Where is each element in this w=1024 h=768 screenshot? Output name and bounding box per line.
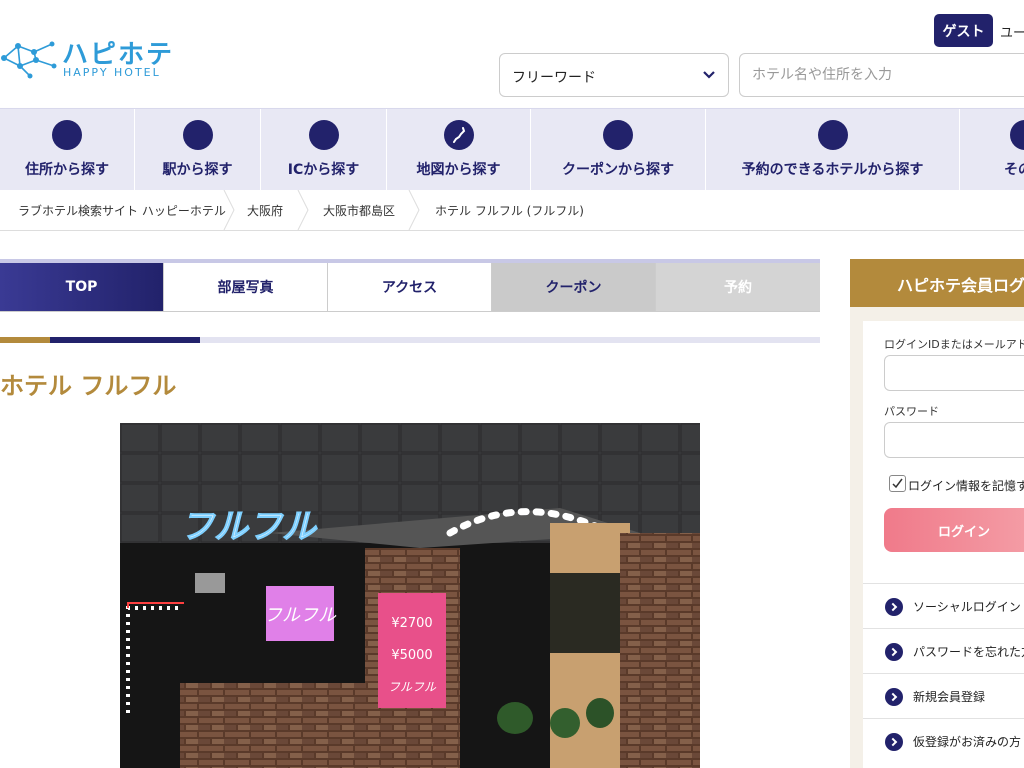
nav-item-coupon[interactable]: クーポンから探す xyxy=(531,109,706,191)
nav-item-station[interactable]: 駅から探す xyxy=(135,109,261,191)
site-logo[interactable]: ハピホテ HAPPY HOTEL xyxy=(0,32,180,88)
address-icon xyxy=(52,120,82,150)
chevron-right-icon xyxy=(885,733,903,751)
link-label: 新規会員登録 xyxy=(913,690,986,704)
nav-item-label: その他 xyxy=(1004,162,1024,178)
tab-top[interactable]: TOP xyxy=(0,263,164,312)
tab-reservation: 予約 xyxy=(656,263,820,312)
social-login-link[interactable]: ソーシャルログイン xyxy=(863,583,1024,628)
breadcrumb-separator-icon xyxy=(223,190,235,230)
nav-item-label: 住所から探す xyxy=(25,162,109,178)
password-label: パスワード xyxy=(884,405,939,418)
nav-item-ic[interactable]: ICから探す xyxy=(261,109,387,191)
pre-registered-link[interactable]: 仮登録がお済みの方 xyxy=(863,718,1024,763)
photo-price-1: ¥2700 xyxy=(391,616,432,631)
main-nav: 住所から探す 駅から探す ICから探す 地図から探す クーポンから探す 予約ので… xyxy=(0,108,1024,191)
chevron-right-icon xyxy=(885,688,903,706)
photo-neon-sign: フルフル xyxy=(180,507,318,547)
login-form: ログインIDまたはメールアドレ パスワード ログイン情報を記憶す ログイン ソー… xyxy=(863,321,1024,768)
coupon-icon xyxy=(603,120,633,150)
breadcrumb-home[interactable]: ラブホテル検索サイト ハッピーホテル xyxy=(18,202,226,219)
nav-item-map[interactable]: 地図から探す xyxy=(387,109,531,191)
hotel-title: ホテル フルフル xyxy=(0,372,177,400)
breadcrumb-prefecture[interactable]: 大阪府 xyxy=(247,202,283,219)
more-icon xyxy=(1010,120,1024,150)
nav-item-reservation[interactable]: 予約のできるホテルから探す xyxy=(706,109,960,191)
password-input[interactable] xyxy=(884,422,1024,458)
section-divider xyxy=(200,337,820,343)
login-id-input[interactable] xyxy=(884,355,1024,391)
train-icon xyxy=(182,120,213,150)
hotel-tabs: TOP 部屋写真 アクセス クーポン 予約 xyxy=(0,259,820,312)
login-button[interactable]: ログイン xyxy=(884,508,1024,552)
search-mode-select[interactable]: フリーワード xyxy=(499,53,729,97)
highway-icon xyxy=(308,120,339,150)
register-link[interactable]: 新規会員登録 xyxy=(863,673,1024,718)
breadcrumb-city[interactable]: 大阪市都島区 xyxy=(323,202,395,219)
nav-item-label: クーポンから探す xyxy=(562,162,674,178)
nav-item-label: 駅から探す xyxy=(162,162,233,178)
chevron-right-icon xyxy=(885,643,903,661)
logo-text-en: HAPPY HOTEL xyxy=(63,66,161,79)
tab-coupon[interactable]: クーポン xyxy=(492,263,656,312)
photo-price-2: ¥5000 xyxy=(391,648,432,663)
breadcrumb-separator-icon xyxy=(408,190,420,230)
breadcrumb-separator-icon xyxy=(297,190,309,230)
tab-room-photos[interactable]: 部屋写真 xyxy=(164,263,328,312)
login-id-label: ログインIDまたはメールアドレ xyxy=(884,338,1024,351)
remember-label[interactable]: ログイン情報を記憶す xyxy=(908,477,1024,494)
page: ハピホテ HAPPY HOTEL ゲスト ユー フリーワード 住所から探す 駅か… xyxy=(0,0,1024,768)
network-logo-icon xyxy=(1,41,57,79)
calendar-icon xyxy=(817,120,848,150)
nav-item-other[interactable]: その他 xyxy=(960,109,1024,191)
nav-item-label: ICから探す xyxy=(287,162,360,178)
link-label: 仮登録がお済みの方 xyxy=(913,735,1022,749)
nav-item-label: 地図から探す xyxy=(416,162,501,178)
search-input[interactable] xyxy=(739,53,1024,97)
hotel-photo: フルフル ¥2700 ¥5000 フルフル フルフル xyxy=(120,423,700,768)
breadcrumb-current: ホテル フルフル (フルフル) xyxy=(435,204,584,218)
remember-checkbox[interactable] xyxy=(889,475,906,492)
search-mode-value: フリーワード xyxy=(512,70,596,86)
tab-access[interactable]: アクセス xyxy=(328,263,492,312)
section-divider xyxy=(50,337,200,343)
photo-sign-small: フルフル xyxy=(264,605,337,626)
link-label: パスワードを忘れた方 xyxy=(913,645,1024,659)
breadcrumb: ラブホテル検索サイト ハッピーホテル 大阪府 大阪市都島区 ホテル フルフル (… xyxy=(0,190,1024,231)
chevron-right-icon xyxy=(885,598,903,616)
login-header: ハピホテ会員ログ xyxy=(850,259,1024,307)
section-divider xyxy=(0,337,50,343)
link-label: ソーシャルログイン xyxy=(913,600,1021,614)
nav-item-address[interactable]: 住所から探す xyxy=(0,109,135,191)
nav-item-label: 予約のできるホテルから探す xyxy=(741,162,924,178)
chevron-down-icon xyxy=(703,71,715,79)
login-panel: ハピホテ会員ログ ログインIDまたはメールアドレ パスワード ログイン情報を記憶… xyxy=(850,259,1024,768)
forgot-password-link[interactable]: パスワードを忘れた方 xyxy=(863,628,1024,673)
guest-button[interactable]: ゲスト xyxy=(934,14,993,47)
japan-map-icon xyxy=(443,120,474,150)
photo-sign-panel: フルフル xyxy=(388,680,437,694)
user-link[interactable]: ユー xyxy=(1000,22,1024,41)
check-icon xyxy=(892,478,903,489)
